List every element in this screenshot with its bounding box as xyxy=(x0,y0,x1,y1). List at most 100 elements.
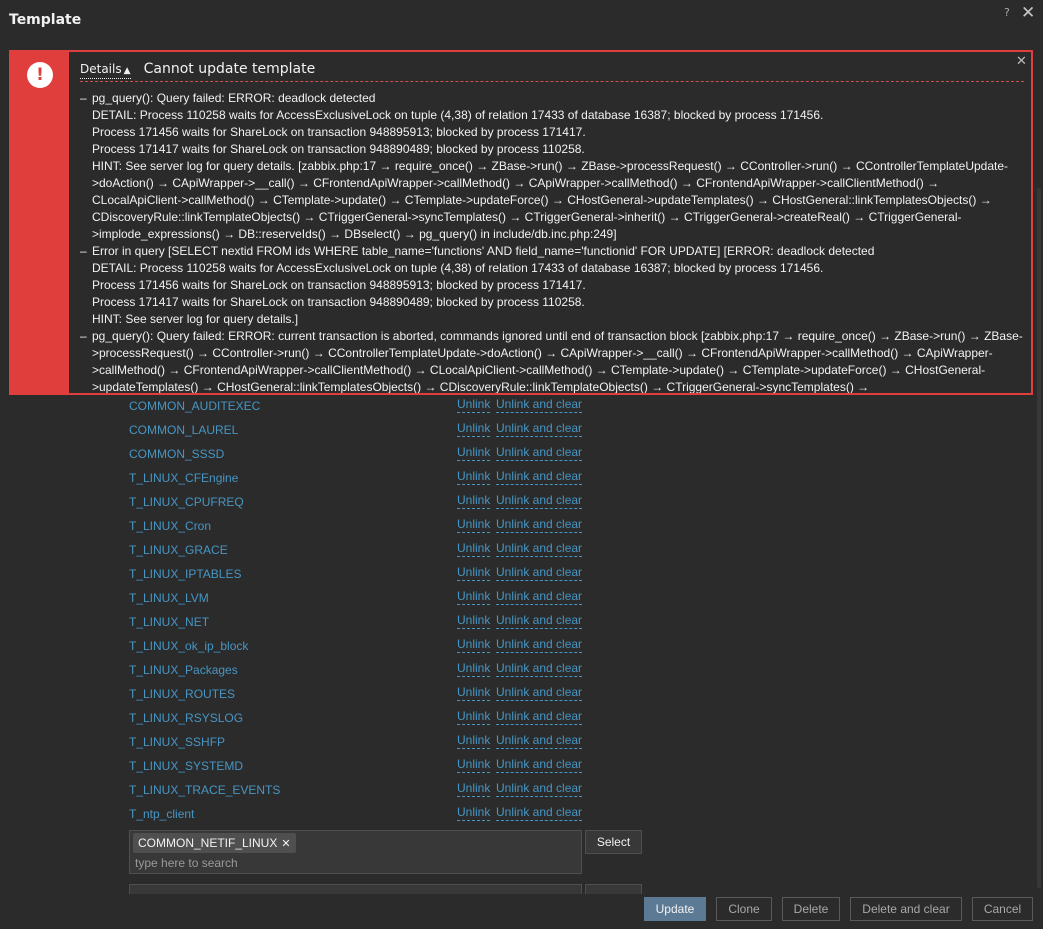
bullet-dash: – xyxy=(80,91,87,105)
unlink-and-clear-button[interactable]: Unlink and clear xyxy=(496,757,583,773)
error-line: pg_query(): Query failed: ERROR: deadloc… xyxy=(92,91,376,105)
template-name-link[interactable]: T_LINUX_Cron xyxy=(129,517,211,535)
unlink-and-clear-button[interactable]: Unlink and clear xyxy=(496,685,583,701)
next-row-button[interactable] xyxy=(585,884,642,894)
exclamation-icon: ! xyxy=(27,62,53,88)
unlink-button[interactable]: Unlink xyxy=(457,517,491,533)
bullet-dash: – xyxy=(80,244,87,258)
unlink-button[interactable]: Unlink xyxy=(457,613,491,629)
template-search-input[interactable] xyxy=(135,855,535,871)
unlink-button[interactable]: Unlink xyxy=(457,733,491,749)
template-name-link[interactable]: T_LINUX_SYSTEMD xyxy=(129,757,243,775)
details-toggle[interactable]: Details ▲ xyxy=(80,62,131,79)
template-row: T_LINUX_SSHFP Unlink Unlink and clear xyxy=(129,733,629,757)
unlink-and-clear-button[interactable]: Unlink and clear xyxy=(496,613,583,629)
cancel-button[interactable]: Cancel xyxy=(972,897,1033,921)
delete-and-clear-button[interactable]: Delete and clear xyxy=(850,897,962,921)
template-name-link[interactable]: COMMON_SSSD xyxy=(129,445,224,463)
unlink-and-clear-button[interactable]: Unlink and clear xyxy=(496,589,583,605)
chip-remove-icon[interactable]: ✕ xyxy=(281,838,290,850)
template-row: COMMON_AUDITEXEC Unlink Unlink and clear xyxy=(129,397,629,421)
unlink-and-clear-button[interactable]: Unlink and clear xyxy=(496,469,583,485)
template-name-link[interactable]: T_LINUX_NET xyxy=(129,613,209,631)
error-message: – pg_query(): Query failed: ERROR: curren… xyxy=(80,328,1024,394)
template-name-link[interactable]: T_LINUX_TRACE_EVENTS xyxy=(129,781,280,799)
unlink-button[interactable]: Unlink xyxy=(457,661,491,677)
delete-button[interactable]: Delete xyxy=(782,897,840,921)
help-icon[interactable]: ? xyxy=(1004,6,1010,19)
unlink-button[interactable]: Unlink xyxy=(457,445,491,461)
template-name-link[interactable]: T_LINUX_RSYSLOG xyxy=(129,709,243,727)
unlink-and-clear-button[interactable]: Unlink and clear xyxy=(496,781,583,797)
selected-template-chip: COMMON_NETIF_LINUX ✕ xyxy=(133,833,296,853)
error-line: Process 171417 waits for ShareLock on tr… xyxy=(92,142,585,156)
error-line: DETAIL: Process 110258 waits for AccessE… xyxy=(92,108,824,122)
clone-button[interactable]: Clone xyxy=(716,897,772,921)
error-title: Cannot update template xyxy=(143,61,316,77)
template-row: T_LINUX_Packages Unlink Unlink and clear xyxy=(129,661,629,685)
template-row: T_LINUX_NET Unlink Unlink and clear xyxy=(129,613,629,637)
unlink-button[interactable]: Unlink xyxy=(457,781,491,797)
template-name-link[interactable]: T_ntp_client xyxy=(129,805,194,823)
template-name-link[interactable]: T_LINUX_ROUTES xyxy=(129,685,235,703)
template-row: COMMON_SSSD Unlink Unlink and clear xyxy=(129,445,629,469)
error-line: Process 171456 waits for ShareLock on tr… xyxy=(92,278,586,292)
unlink-and-clear-button[interactable]: Unlink and clear xyxy=(496,541,583,557)
select-button[interactable]: Select xyxy=(585,830,642,854)
unlink-button[interactable]: Unlink xyxy=(457,541,491,557)
unlink-and-clear-button[interactable]: Unlink and clear xyxy=(496,733,583,749)
unlink-button[interactable]: Unlink xyxy=(457,709,491,725)
update-button[interactable]: Update xyxy=(644,897,706,921)
error-line: Process 171456 waits for ShareLock on tr… xyxy=(92,125,586,139)
error-message: – pg_query(): Query failed: ERROR: deadlo… xyxy=(80,90,1024,243)
template-row: T_LINUX_SYSTEMD Unlink Unlink and clear xyxy=(129,757,629,781)
scrollbar[interactable] xyxy=(1037,188,1041,888)
unlink-and-clear-button[interactable]: Unlink and clear xyxy=(496,397,583,413)
template-name-link[interactable]: T_LINUX_ok_ip_block xyxy=(129,637,248,655)
error-line: DETAIL: Process 110258 waits for AccessE… xyxy=(92,261,824,275)
unlink-button[interactable]: Unlink xyxy=(457,685,491,701)
unlink-and-clear-button[interactable]: Unlink and clear xyxy=(496,637,583,653)
template-row: T_LINUX_CPUFREQ Unlink Unlink and clear xyxy=(129,493,629,517)
close-icon[interactable]: ✕ xyxy=(1021,3,1035,23)
unlink-button[interactable]: Unlink xyxy=(457,589,491,605)
template-row: T_LINUX_IPTABLES Unlink Unlink and clear xyxy=(129,565,629,589)
unlink-button[interactable]: Unlink xyxy=(457,469,491,485)
template-multiselect[interactable]: COMMON_NETIF_LINUX ✕ xyxy=(129,830,582,874)
unlink-and-clear-button[interactable]: Unlink and clear xyxy=(496,493,583,509)
unlink-and-clear-button[interactable]: Unlink and clear xyxy=(496,805,583,821)
template-name-link[interactable]: T_LINUX_GRACE xyxy=(129,541,228,559)
unlink-button[interactable]: Unlink xyxy=(457,805,491,821)
template-row: T_LINUX_Cron Unlink Unlink and clear xyxy=(129,517,629,541)
template-name-link[interactable]: T_LINUX_CFEngine xyxy=(129,469,238,487)
unlink-and-clear-button[interactable]: Unlink and clear xyxy=(496,517,583,533)
unlink-and-clear-button[interactable]: Unlink and clear xyxy=(496,445,583,461)
error-stripe: ! xyxy=(11,52,69,393)
unlink-button[interactable]: Unlink xyxy=(457,565,491,581)
error-line: pg_query(): Query failed: ERROR: current… xyxy=(92,329,1023,394)
unlink-button[interactable]: Unlink xyxy=(457,757,491,773)
dialog-footer: Update Clone Delete Delete and clear Can… xyxy=(0,894,1037,929)
unlink-and-clear-button[interactable]: Unlink and clear xyxy=(496,661,583,677)
template-name-link[interactable]: T_LINUX_SSHFP xyxy=(129,733,225,751)
unlink-and-clear-button[interactable]: Unlink and clear xyxy=(496,565,583,581)
unlink-button[interactable]: Unlink xyxy=(457,637,491,653)
details-label: Details xyxy=(80,62,122,76)
unlink-and-clear-button[interactable]: Unlink and clear xyxy=(496,709,583,725)
template-name-link[interactable]: T_LINUX_CPUFREQ xyxy=(129,493,244,511)
template-name-link[interactable]: T_LINUX_LVM xyxy=(129,589,209,607)
error-line: Process 171417 waits for ShareLock on tr… xyxy=(92,295,585,309)
chevron-up-icon: ▲ xyxy=(123,66,131,76)
template-name-link[interactable]: T_LINUX_IPTABLES xyxy=(129,565,242,583)
unlink-button[interactable]: Unlink xyxy=(457,493,491,509)
error-close-icon[interactable]: ✕ xyxy=(1016,54,1027,69)
template-name-link[interactable]: COMMON_AUDITEXEC xyxy=(129,397,260,415)
template-name-link[interactable]: COMMON_LAUREL xyxy=(129,421,238,439)
unlink-button[interactable]: Unlink xyxy=(457,397,491,413)
next-row-field[interactable] xyxy=(129,884,582,894)
unlink-button[interactable]: Unlink xyxy=(457,421,491,437)
template-row: T_LINUX_GRACE Unlink Unlink and clear xyxy=(129,541,629,565)
unlink-and-clear-button[interactable]: Unlink and clear xyxy=(496,421,583,437)
template-row: T_LINUX_LVM Unlink Unlink and clear xyxy=(129,589,629,613)
template-name-link[interactable]: T_LINUX_Packages xyxy=(129,661,238,679)
